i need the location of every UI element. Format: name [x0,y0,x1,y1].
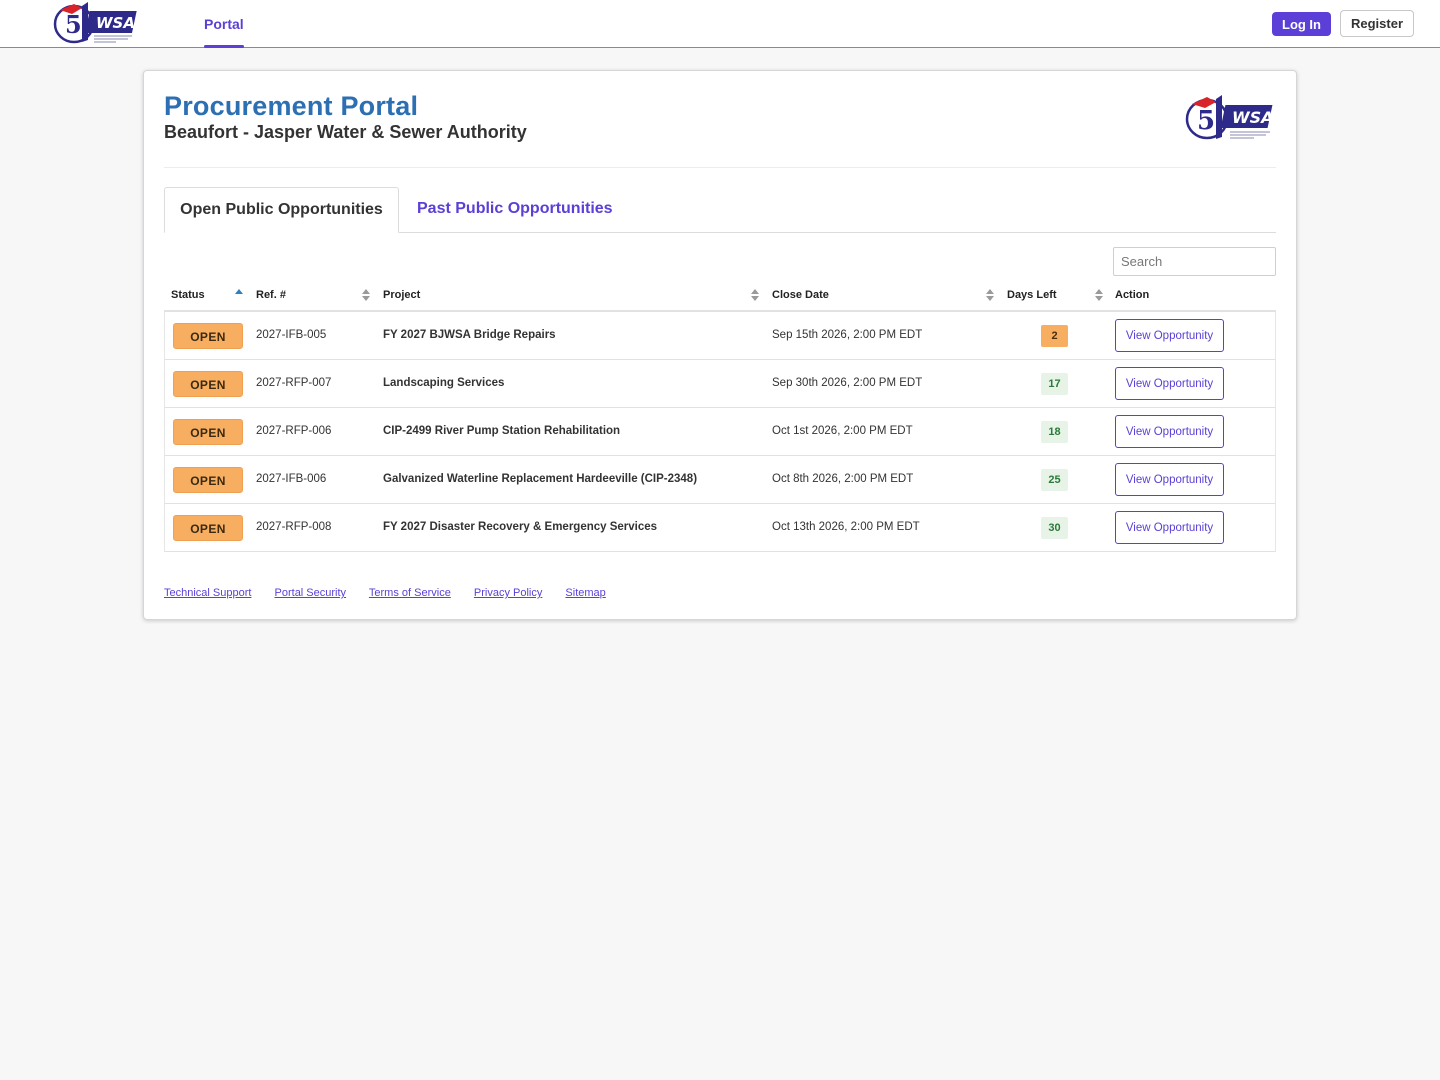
project-name: CIP-2499 River Pump Station Rehabilitati… [383,425,621,437]
status-badge: OPEN [173,323,243,349]
tab-past-opportunities[interactable]: Past Public Opportunities [417,187,613,233]
close-date: Oct 13th 2026, 2:00 PM EDT [772,521,920,533]
table-row: OPEN 2027-IFB-005 FY 2027 BJWSA Bridge R… [165,312,1275,360]
days-left-badge: 2 [1041,325,1068,347]
status-badge: OPEN [173,371,243,397]
days-left-badge: 30 [1041,517,1068,539]
footer-link-privacy-policy[interactable]: Privacy Policy [474,587,542,599]
status-badge: OPEN [173,515,243,541]
ref-number: 2027-RFP-006 [256,425,332,437]
days-left-badge: 18 [1041,421,1068,443]
svg-text:WSA: WSA [96,14,135,32]
project-name: Galvanized Waterline Replacement Hardeev… [383,473,698,485]
top-navigation-bar: 5 WSA Portal Log In Register [0,0,1440,48]
column-header-status[interactable]: Status [171,283,205,310]
nav-portal-tab[interactable]: Portal [204,0,244,48]
ref-number: 2027-IFB-006 [256,473,327,485]
bjwsa-logo-icon: 5 WSA [1184,93,1276,143]
status-badge: OPEN [173,419,243,445]
page-title: Procurement Portal [164,91,419,121]
divider [164,167,1276,168]
search-input[interactable] [1113,247,1276,276]
view-opportunity-button[interactable]: View Opportunity [1115,463,1224,496]
column-header-project[interactable]: Project [383,283,420,310]
sort-icon[interactable] [986,289,994,303]
project-name: FY 2027 Disaster Recovery & Emergency Se… [383,521,658,533]
table-row: OPEN 2027-RFP-007 Landscaping Services S… [165,360,1275,408]
sort-icon[interactable] [362,289,370,303]
footer-link-terms-of-service[interactable]: Terms of Service [369,587,451,599]
procurement-card: Procurement Portal Beaufort - Jasper Wat… [143,70,1297,620]
column-header-days-left[interactable]: Days Left [1007,283,1057,310]
active-nav-indicator [204,45,244,48]
sort-icon[interactable] [1095,289,1103,303]
table-row: OPEN 2027-RFP-006 CIP-2499 River Pump St… [165,408,1275,456]
column-header-close-date[interactable]: Close Date [772,283,829,310]
column-header-ref[interactable]: Ref. # [256,283,286,310]
svg-text:5: 5 [1197,106,1215,136]
close-date: Oct 1st 2026, 2:00 PM EDT [772,425,913,437]
view-opportunity-button[interactable]: View Opportunity [1115,319,1224,352]
table-row: OPEN 2027-IFB-006 Galvanized Waterline R… [165,456,1275,504]
close-date: Sep 15th 2026, 2:00 PM EDT [772,329,923,341]
view-opportunity-button[interactable]: View Opportunity [1115,367,1224,400]
register-button[interactable]: Register [1340,10,1414,37]
view-opportunity-button[interactable]: View Opportunity [1115,415,1224,448]
status-badge: OPEN [173,467,243,493]
days-left-badge: 17 [1041,373,1068,395]
svg-text:WSA: WSA [1232,108,1274,127]
footer-link-portal-security[interactable]: Portal Security [275,587,347,599]
svg-text:5: 5 [65,10,82,39]
login-button[interactable]: Log In [1272,12,1331,36]
sort-asc-icon[interactable] [235,289,243,303]
footer-link-sitemap[interactable]: Sitemap [565,587,605,599]
page-subtitle: Beaufort - Jasper Water & Sewer Authorit… [164,122,527,142]
column-header-action: Action [1115,289,1150,301]
view-opportunity-button[interactable]: View Opportunity [1115,511,1224,544]
days-left-badge: 25 [1041,469,1068,491]
ref-number: 2027-RFP-007 [256,377,332,389]
ref-number: 2027-RFP-008 [256,521,332,533]
footer-link-technical-support[interactable]: Technical Support [164,587,251,599]
sort-icon[interactable] [751,289,759,303]
footer-links: Technical Support Portal Security Terms … [164,587,626,599]
table-row: OPEN 2027-RFP-008 FY 2027 Disaster Recov… [165,504,1275,552]
opportunities-table: Status Ref. # Project Close Date Days Le… [164,283,1276,552]
ref-number: 2027-IFB-005 [256,329,327,341]
table-body: OPEN 2027-IFB-005 FY 2027 BJWSA Bridge R… [164,312,1276,552]
tab-open-opportunities[interactable]: Open Public Opportunities [164,187,399,233]
close-date: Sep 30th 2026, 2:00 PM EDT [772,377,923,389]
project-name: Landscaping Services [383,377,505,389]
opportunity-tabs: Open Public Opportunities Past Public Op… [164,187,1276,233]
close-date: Oct 8th 2026, 2:00 PM EDT [772,473,914,485]
nav-portal-label: Portal [204,16,244,32]
project-name: FY 2027 BJWSA Bridge Repairs [383,329,556,341]
bjwsa-logo-icon[interactable]: 5 WSA [52,0,140,46]
table-header: Status Ref. # Project Close Date Days Le… [164,283,1276,312]
